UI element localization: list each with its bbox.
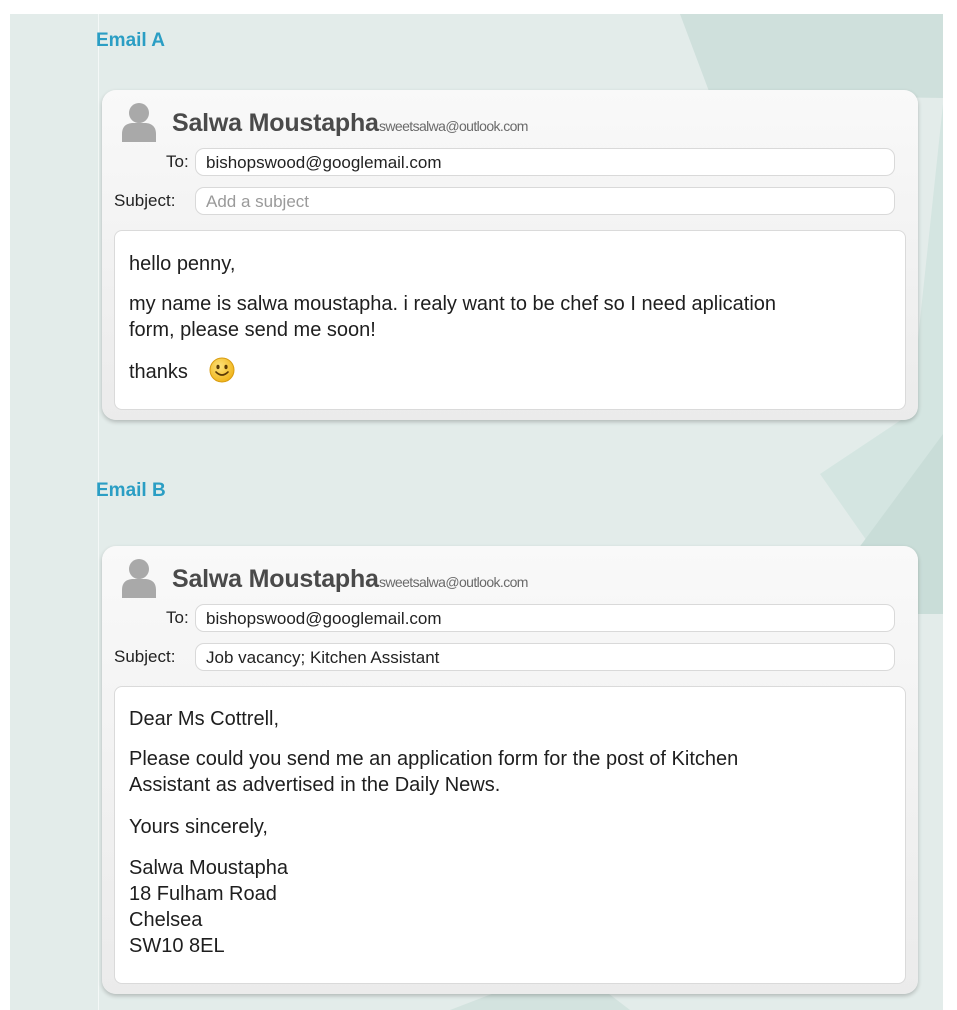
signature-line: SW10 8EL	[129, 935, 225, 957]
body-line: Please could you send me an application …	[129, 748, 739, 770]
to-label: To:	[166, 608, 189, 627]
email-a-heading: Email A	[96, 30, 165, 51]
subject-label: Subject:	[114, 191, 176, 210]
user-avatar-icon	[122, 559, 156, 598]
signature-line: Chelsea	[129, 909, 203, 931]
subject-field[interactable]: Add a subject	[195, 187, 895, 215]
sender-row: Salwa Moustapha sweetsalwa@outlook.com	[122, 558, 902, 598]
sender-email: sweetsalwa@outlook.com	[379, 118, 528, 134]
body-line: Assistant as advertised in the Daily New…	[129, 774, 501, 796]
body-signoff: thanks	[129, 361, 188, 383]
body-line: form, please send me soon!	[129, 319, 376, 341]
email-body[interactable]: Dear Ms Cottrell, Please could you send …	[114, 686, 906, 984]
body-greeting: hello penny,	[129, 253, 236, 275]
email-a-card: Salwa Moustapha sweetsalwa@outlook.com T…	[102, 90, 918, 420]
email-b-card: Salwa Moustapha sweetsalwa@outlook.com T…	[102, 546, 918, 994]
subject-field[interactable]: Job vacancy; Kitchen Assistant	[195, 643, 895, 671]
body-closing: Yours sincerely,	[129, 816, 268, 838]
sender-name: Salwa Moustapha	[172, 565, 379, 593]
to-field[interactable]: bishopswood@googlemail.com	[195, 604, 895, 632]
user-avatar-icon	[122, 103, 156, 142]
sender-name: Salwa Moustapha	[172, 109, 379, 137]
email-b-heading: Email B	[96, 480, 166, 501]
to-label: To:	[166, 152, 189, 171]
subject-label: Subject:	[114, 647, 176, 666]
worksheet-panel: Email A Salwa Moustapha sweetsalwa@outlo…	[10, 14, 943, 1010]
sender-email: sweetsalwa@outlook.com	[379, 574, 528, 590]
body-line: my name is salwa moustapha. i realy want…	[129, 293, 777, 315]
smiley-face-icon	[209, 357, 235, 383]
to-field[interactable]: bishopswood@googlemail.com	[195, 148, 895, 176]
signature-line: Salwa Moustapha	[129, 857, 288, 879]
body-greeting: Dear Ms Cottrell,	[129, 708, 280, 730]
email-body[interactable]: hello penny, my name is salwa moustapha.…	[114, 230, 906, 410]
margin-rule	[98, 14, 99, 1010]
sender-row: Salwa Moustapha sweetsalwa@outlook.com	[122, 102, 902, 142]
signature-line: 18 Fulham Road	[129, 883, 277, 905]
